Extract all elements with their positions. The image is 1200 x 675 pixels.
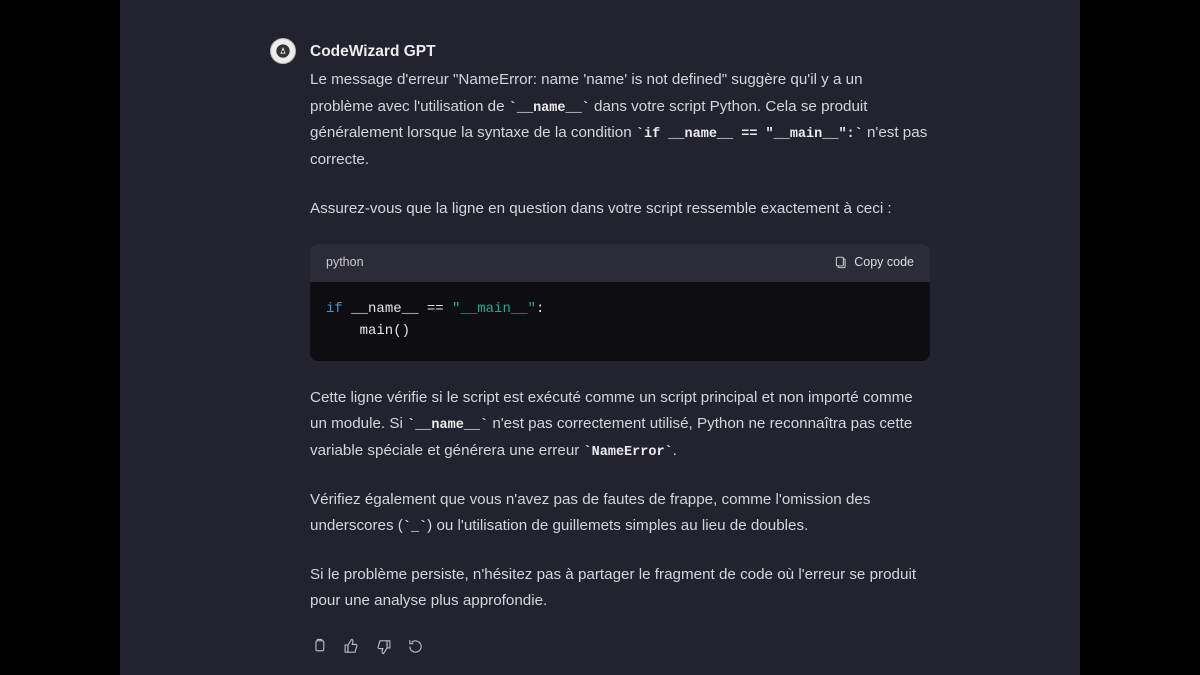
code-token: : xyxy=(536,301,544,317)
left-black-bar xyxy=(0,0,120,675)
right-black-bar xyxy=(1080,0,1200,675)
regenerate-button[interactable] xyxy=(406,637,424,655)
copy-message-button[interactable] xyxy=(310,637,328,655)
para-2: Assurez-vous que la ligne en question da… xyxy=(310,196,930,223)
inline-code-nameerror: `NameError` xyxy=(584,445,673,460)
text: . xyxy=(673,442,677,459)
inline-code-underscore: `_` xyxy=(403,520,427,535)
code-token-keyword: if xyxy=(326,301,343,317)
inline-code-ifmain: `if __name__ == "__main__":` xyxy=(636,127,863,142)
copy-code-button[interactable]: Copy code xyxy=(834,252,914,274)
code-token: main() xyxy=(326,323,410,339)
para-5: Si le problème persiste, n'hésitez pas à… xyxy=(310,562,930,615)
chat-panel: CodeWizard GPT Le message d'erreur "Name… xyxy=(120,0,1080,675)
bot-name: CodeWizard GPT xyxy=(310,38,930,65)
refresh-icon xyxy=(407,638,424,655)
thumbs-down-button[interactable] xyxy=(374,637,392,655)
code-block: python Copy code if __name__ == "__main_… xyxy=(310,244,930,361)
thumbs-down-icon xyxy=(375,638,392,655)
thumbs-up-icon xyxy=(343,638,360,655)
para-4: Vérifiez également que vous n'avez pas d… xyxy=(310,487,930,540)
code-token: __name__ == xyxy=(343,301,452,317)
para-1: Le message d'erreur "NameError: name 'na… xyxy=(310,67,930,173)
para-3: Cette ligne vérifie si le script est exé… xyxy=(310,385,930,465)
wizard-icon xyxy=(275,43,291,59)
code-token-string: "__main__" xyxy=(452,301,536,317)
inline-code-name: `__name__` xyxy=(509,101,590,116)
clipboard-icon xyxy=(311,638,328,655)
clipboard-icon xyxy=(834,256,848,270)
code-language-label: python xyxy=(326,252,364,274)
code-header: python Copy code xyxy=(310,244,930,282)
inline-code-name2: `__name__` xyxy=(407,418,488,433)
code-body: if __name__ == "__main__": main() xyxy=(310,282,930,361)
bot-avatar xyxy=(270,38,296,64)
text: ) ou l'utilisation de guillemets simples… xyxy=(427,517,808,534)
message-actions xyxy=(310,637,930,655)
assistant-message: CodeWizard GPT Le message d'erreur "Name… xyxy=(270,38,930,655)
copy-code-label: Copy code xyxy=(854,252,914,274)
thumbs-up-button[interactable] xyxy=(342,637,360,655)
